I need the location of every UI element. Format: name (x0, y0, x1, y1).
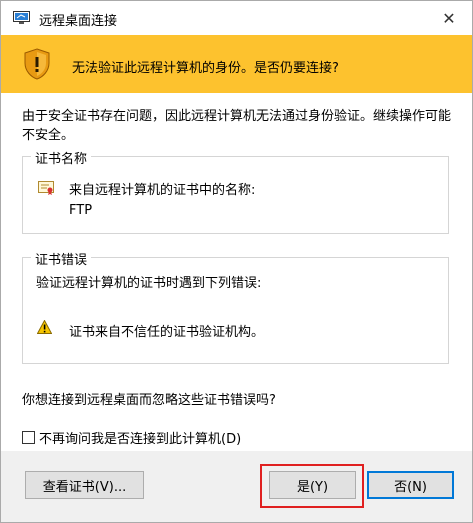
dont-ask-again-label[interactable]: 不再询问我是否连接到此计算机(D) (39, 428, 241, 447)
security-description: 由于安全证书存在问题，因此远程计算机无法通过身份验证。继续操作可能不安全。 (22, 109, 452, 143)
dont-ask-again-checkbox-row[interactable]: 不再询问我是否连接到此计算机(D) (22, 428, 241, 447)
cert-error-group: 证书错误 验证远程计算机的证书时遇到下列错误: 证书来自不信任的证书验证机构。 (22, 249, 449, 364)
cert-error-label: 验证远程计算机的证书时遇到下列错误: (36, 276, 262, 291)
security-warning-shield-icon (24, 48, 50, 80)
certificate-icon (38, 181, 54, 195)
dont-ask-again-checkbox[interactable] (22, 431, 35, 444)
dialog-content: 由于安全证书存在问题，因此远程计算机无法通过身份验证。继续操作可能不安全。 证书… (1, 93, 472, 451)
close-button[interactable]: ✕ (426, 1, 472, 35)
no-button[interactable]: 否(N) (367, 471, 454, 499)
rdp-dialog-window: 远程桌面连接 ✕ 无法验证此远程计算机的身份。是否仍要连接? 由于安全证书存在问… (0, 0, 473, 523)
warning-icon (37, 320, 52, 334)
title-bar[interactable]: 远程桌面连接 ✕ (1, 1, 472, 35)
warning-banner: 无法验证此远程计算机的身份。是否仍要连接? (1, 35, 472, 93)
cert-name-value: FTP (69, 203, 93, 218)
cert-error-group-title: 证书错误 (31, 249, 92, 268)
yes-button-highlight (260, 464, 364, 508)
banner-message: 无法验证此远程计算机的身份。是否仍要连接? (72, 61, 339, 76)
cert-error-message: 证书来自不信任的证书验证机构。 (69, 325, 265, 340)
dialog-footer: 查看证书(V)... 是(Y) 否(N) (1, 451, 472, 522)
window-title: 远程桌面连接 (39, 14, 118, 29)
close-icon: ✕ (442, 8, 456, 28)
ignore-errors-question: 你想连接到远程桌面而忽略这些证书错误吗? (22, 393, 276, 408)
remote-desktop-icon (13, 11, 30, 24)
cert-name-group-title: 证书名称 (31, 148, 92, 167)
cert-name-group: 证书名称 来自远程计算机的证书中的名称: FTP (22, 148, 449, 234)
cert-name-label: 来自远程计算机的证书中的名称: (69, 183, 256, 198)
view-certificate-button[interactable]: 查看证书(V)... (25, 471, 144, 499)
